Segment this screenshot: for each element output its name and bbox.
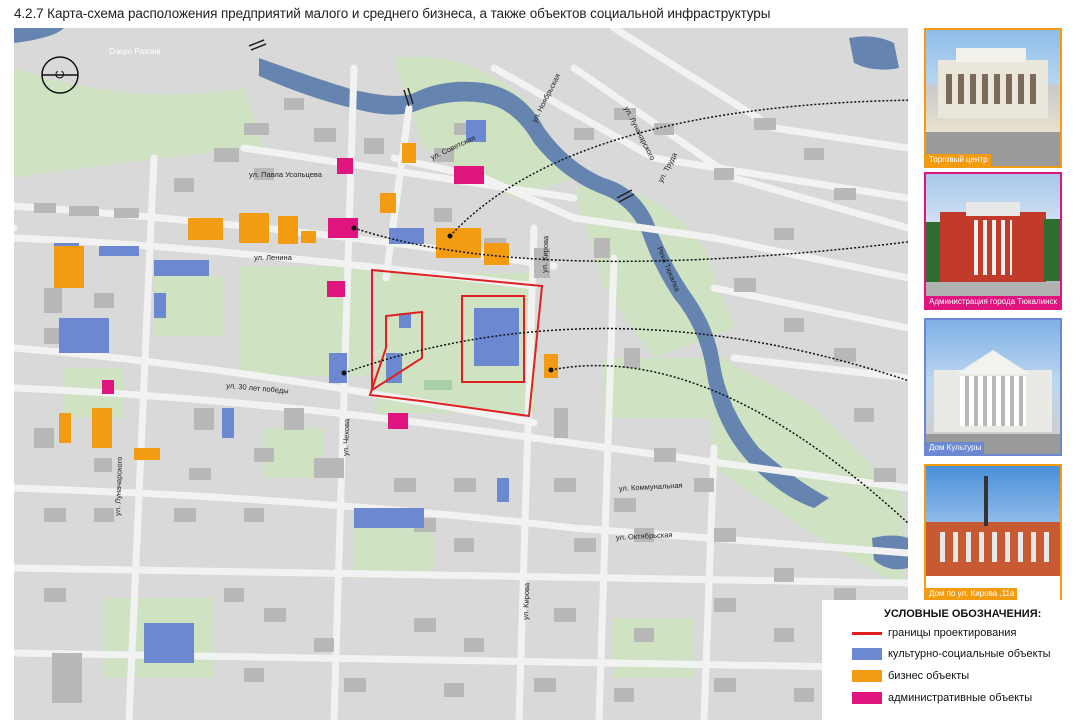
photo-kirova-house[interactable]: Дом по ул. Кирова ,11а — [924, 464, 1062, 602]
legend-label: бизнес объекты — [888, 670, 970, 682]
photo-caption: Администрация города Тюкалинск — [926, 296, 1060, 308]
legend-item-cultural: культурно-социальные объекты — [852, 646, 1051, 662]
legend-item-boundary: границы проектирования — [852, 625, 1016, 641]
photo-caption: Дом по ул. Кирова ,11а — [926, 588, 1018, 600]
photo-caption: Торговый центр — [926, 154, 991, 166]
legend-label: границы проектирования — [888, 627, 1017, 639]
legend-title: УСЛОВНЫЕ ОБОЗНАЧЕНИЯ: — [884, 608, 1042, 620]
street-label-chekhova: ул. Чехова — [341, 418, 351, 456]
legend: УСЛОВНЫЕ ОБОЗНАЧЕНИЯ: границы проектиров… — [822, 600, 1080, 720]
page-title: 4.2.7 Карта-схема расположения предприят… — [14, 6, 771, 21]
legend-swatch — [852, 648, 882, 660]
kirova-house-image — [926, 466, 1060, 600]
street-label-kirova-bottom: ул. Кирова — [521, 582, 531, 620]
photo-caption: Дом Культуры — [926, 442, 985, 454]
legend-swatch — [852, 692, 882, 704]
legend-item-administrative: административные объекты — [852, 690, 1032, 706]
map-area[interactable]: Озеро Разлив ул. Ноябрьская ул. Луначарс… — [14, 28, 908, 720]
lake-label: Озеро Разлив — [109, 47, 161, 56]
legend-swatch — [852, 670, 882, 682]
photo-administration[interactable]: Администрация города Тюкалинск — [924, 172, 1062, 310]
legend-label: административные объекты — [888, 692, 1033, 704]
photo-culture-house[interactable]: Дом Культуры — [924, 318, 1062, 456]
legend-swatch — [852, 631, 882, 635]
street-label-usoltseva: ул. Павла Усольцева — [249, 170, 323, 179]
shopping-center-image — [926, 30, 1060, 166]
culture-house-image — [926, 320, 1060, 454]
legend-item-business: бизнес объекты — [852, 668, 969, 684]
photo-shopping-center[interactable]: Торговый центр — [924, 28, 1062, 168]
street-label-kirova-top: ул. Кирова — [540, 235, 550, 273]
administration-image — [926, 174, 1060, 308]
street-label-lenina: ул. Ленина — [254, 253, 293, 262]
legend-label: культурно-социальные объекты — [888, 648, 1051, 660]
north-letter: С — [53, 70, 67, 79]
